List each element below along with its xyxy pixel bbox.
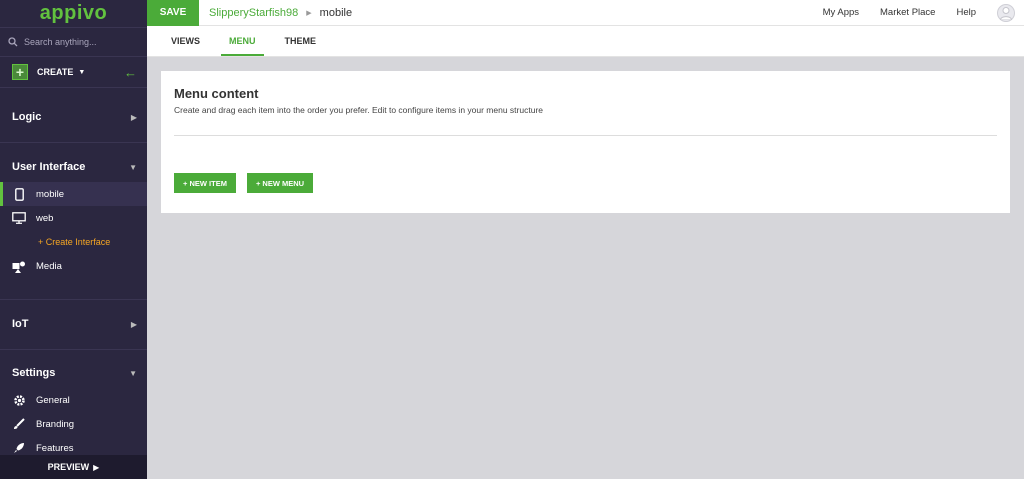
sidebar: appivo Search anything... + CREATE ▼ ← L… (0, 0, 147, 479)
new-item-button[interactable]: + NEW ITEM (174, 173, 236, 193)
avatar[interactable] (997, 3, 1015, 22)
breadcrumb-separator-icon: ▶ (306, 9, 312, 17)
breadcrumb-app[interactable]: SlipperyStarfish98 (209, 7, 298, 19)
rocket-icon (12, 442, 26, 454)
sidebar-item-label: Features (36, 442, 74, 454)
monitor-icon (12, 212, 26, 224)
my-apps-link[interactable]: My Apps (823, 7, 859, 18)
divider (174, 135, 997, 136)
chevron-down-icon: ▼ (129, 368, 137, 378)
arrow-left-icon[interactable]: ← (124, 65, 137, 80)
sidebar-section-settings[interactable]: Settings ▼ (0, 358, 147, 388)
card-description: Create and drag each item into the order… (174, 105, 543, 115)
create-interface-link[interactable]: + Create Interface (0, 230, 147, 254)
breadcrumb-page: mobile (319, 6, 353, 19)
sidebar-item-label: mobile (36, 188, 64, 200)
sidebar-item-general[interactable]: General (0, 388, 147, 412)
section-label: User Interface (12, 161, 86, 173)
section-label: Logic (12, 111, 42, 123)
new-menu-button[interactable]: + NEW MENU (246, 173, 314, 193)
caret-down-icon[interactable]: ▼ (78, 69, 85, 76)
sidebar-section-logic[interactable]: Logic ▶ (0, 102, 147, 132)
preview-label: PREVIEW (47, 462, 90, 472)
help-link[interactable]: Help (956, 7, 976, 18)
app-logo[interactable]: appivo (0, 0, 147, 27)
media-icon (12, 260, 26, 273)
card-title: Menu content (174, 86, 259, 101)
play-icon: ▶ (93, 462, 100, 472)
sidebar-section-user-interface[interactable]: User Interface ▼ (0, 152, 147, 182)
top-bar: SAVE SlipperyStarfish98 ▶ mobile My Apps… (147, 0, 1024, 26)
gear-icon (12, 394, 26, 407)
preview-button[interactable]: PREVIEW ▶ (0, 455, 147, 479)
sidebar-item-branding[interactable]: Branding (0, 412, 147, 436)
create-button[interactable]: CREATE (37, 67, 73, 77)
sidebar-item-mobile[interactable]: mobile (0, 182, 147, 206)
tab-menu[interactable]: MENU (221, 26, 263, 56)
tab-theme[interactable]: THEME (285, 26, 317, 56)
sidebar-item-label: General (36, 394, 70, 406)
sidebar-item-web[interactable]: web (0, 206, 147, 230)
search-box[interactable]: Search anything... (0, 27, 147, 57)
mobile-icon (12, 187, 26, 201)
sidebar-item-label: web (36, 212, 54, 224)
chevron-right-icon: ▶ (130, 319, 137, 329)
search-input[interactable]: Search anything... (24, 37, 97, 47)
brush-icon (12, 418, 26, 430)
save-button[interactable]: SAVE (147, 0, 199, 26)
sidebar-section-iot[interactable]: IoT ▶ (0, 309, 147, 339)
search-icon (8, 37, 18, 47)
section-label: Settings (12, 367, 56, 379)
tab-bar: VIEWS MENU THEME (147, 26, 1024, 57)
user-icon (1000, 6, 1012, 20)
market-place-link[interactable]: Market Place (880, 7, 935, 18)
top-links: My Apps Market Place Help (823, 3, 1024, 22)
sidebar-item-label: Branding (36, 418, 75, 430)
plus-icon[interactable]: + (12, 64, 28, 80)
create-row: + CREATE ▼ ← (0, 57, 147, 87)
menu-content-card: Menu content Create and drag each item i… (161, 71, 1010, 213)
tab-views[interactable]: VIEWS (171, 26, 200, 56)
button-row: + NEW ITEM + NEW MENU (174, 173, 997, 193)
section-label: IoT (12, 318, 29, 330)
sidebar-item-media[interactable]: Media (0, 254, 147, 278)
sidebar-item-label: Media (36, 260, 62, 272)
chevron-right-icon: ▶ (130, 112, 137, 122)
chevron-down-icon: ▼ (129, 162, 137, 172)
